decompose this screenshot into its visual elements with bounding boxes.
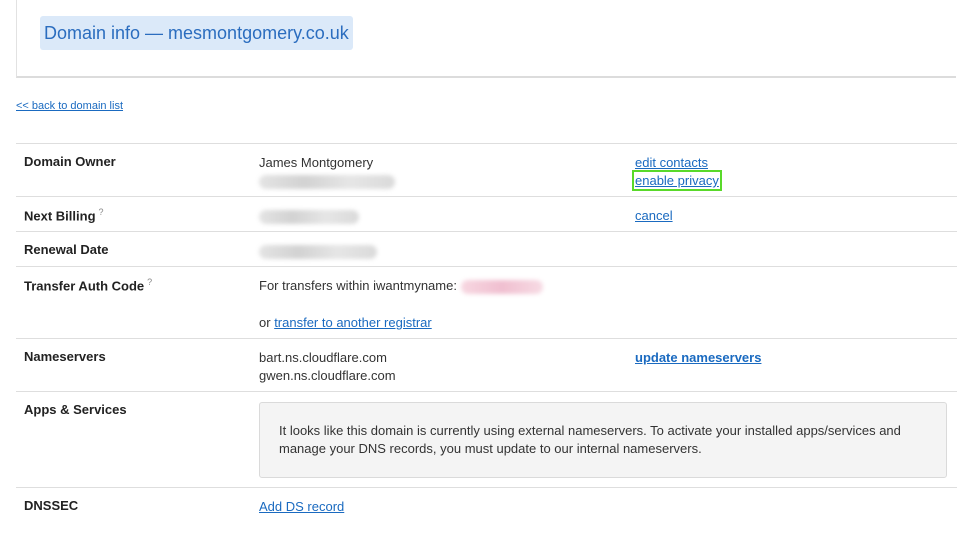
transfer-within-text: For transfers within iwantmyname: xyxy=(259,278,457,293)
help-icon[interactable]: ? xyxy=(99,207,104,217)
nameserver-2: gwen.ns.cloudflare.com xyxy=(259,368,396,383)
row-renewal-date: Renewal Date xyxy=(16,231,957,267)
label-next-billing: Next Billing? xyxy=(24,207,104,224)
owner-name: James Montgomery xyxy=(259,155,374,170)
label-domain-owner: Domain Owner xyxy=(24,154,116,169)
value-transfer-auth-code: For transfers within iwantmyname: or tra… xyxy=(259,267,635,339)
row-dnssec: DNSSEC Add DS record xyxy=(16,487,957,528)
row-nameservers: Nameservers bart.ns.cloudflare.com gwen.… xyxy=(16,338,957,392)
row-next-billing: Next Billing? cancel xyxy=(16,196,957,232)
value-renewal-date-redacted xyxy=(259,232,635,267)
or-text: or xyxy=(259,315,271,330)
enable-privacy-link[interactable]: enable privacy xyxy=(632,170,722,191)
value-next-billing-redacted xyxy=(259,197,635,232)
page-title: Domain info — mesmontgomery.co.uk xyxy=(40,16,353,50)
cancel-link[interactable]: cancel xyxy=(635,208,673,223)
auth-code-redacted xyxy=(460,279,543,294)
edit-contacts-link[interactable]: edit contacts xyxy=(635,155,708,170)
label-apps-services: Apps & Services xyxy=(24,402,127,417)
external-nameservers-notice: It looks like this domain is currently u… xyxy=(259,402,947,478)
transfer-to-another-registrar-link[interactable]: transfer to another registrar xyxy=(274,315,432,330)
help-icon[interactable]: ? xyxy=(147,277,152,287)
domain-info-table: Domain Owner James Montgomery edit conta… xyxy=(16,143,957,528)
row-transfer-auth-code: Transfer Auth Code? For transfers within… xyxy=(16,266,957,339)
update-nameservers-link[interactable]: update nameservers xyxy=(635,350,761,365)
value-domain-owner: James Montgomery xyxy=(259,144,635,197)
header-panel: Domain info — mesmontgomery.co.uk xyxy=(16,0,956,78)
row-domain-owner: Domain Owner James Montgomery edit conta… xyxy=(16,143,957,197)
value-nameservers: bart.ns.cloudflare.com gwen.ns.cloudflar… xyxy=(259,339,635,392)
actions-domain-owner: edit contacts enable privacy xyxy=(632,144,957,197)
label-dnssec: DNSSEC xyxy=(24,498,79,513)
label-transfer-auth-code: Transfer Auth Code? xyxy=(24,277,153,294)
label-nameservers: Nameservers xyxy=(24,349,106,364)
add-ds-record-link[interactable]: Add DS record xyxy=(259,499,344,514)
nameserver-1: bart.ns.cloudflare.com xyxy=(259,350,387,365)
back-to-domain-list-link[interactable]: << back to domain list xyxy=(16,100,123,112)
label-renewal-date: Renewal Date xyxy=(24,242,109,257)
owner-email-redacted xyxy=(259,172,635,190)
row-apps-services: Apps & Services It looks like this domai… xyxy=(16,391,957,488)
